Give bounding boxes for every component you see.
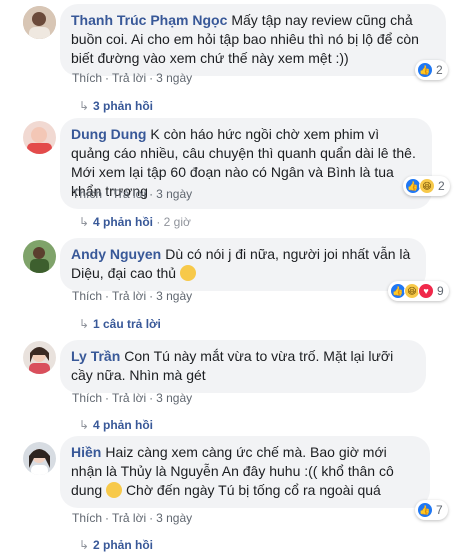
comment-actions: Thích · Trả lời · 3 ngày (72, 289, 193, 303)
view-replies[interactable]: ↳ 1 câu trả lời (79, 316, 161, 332)
comment-actions: Thích · Trả lời · 3 ngày (72, 511, 193, 525)
comment-author[interactable]: Hiền (71, 444, 101, 460)
comment-bubble: Andy Nguyen Dù có nói j đi nữa, người joi… (60, 238, 426, 291)
like-link[interactable]: Thích (72, 391, 102, 405)
reply-link[interactable]: Trả lời (112, 511, 146, 525)
reaction-count: 7 (436, 503, 443, 517)
comment-bubble: Hiền Haiz càng xem càng ức chế mà. Bao gi… (60, 436, 430, 508)
comment-time[interactable]: 3 ngày (156, 71, 192, 85)
replies-count[interactable]: 2 phản hồi (93, 538, 153, 552)
replies-time: 2 giờ (163, 215, 191, 229)
reaction-summary[interactable]: 👍 😆 2 (403, 176, 450, 196)
comment-author[interactable]: Dung Dung (71, 126, 146, 142)
like-link[interactable]: Thích (72, 71, 102, 85)
comment-actions: Thích · Trả lời · 3 ngày (72, 391, 193, 405)
reaction-count: 2 (436, 63, 443, 77)
replies-count[interactable]: 4 phản hồi (93, 215, 153, 229)
replies-count[interactable]: 1 câu trả lời (93, 317, 161, 331)
reply-link[interactable]: Trả lời (112, 289, 146, 303)
view-replies[interactable]: ↳ 4 phản hồi · 2 giờ (79, 214, 191, 230)
reaction-summary[interactable]: 👍 2 (415, 60, 448, 80)
reply-link[interactable]: Trả lời (112, 391, 146, 405)
reaction-count: 9 (437, 284, 444, 298)
reply-arrow-icon: ↳ (79, 418, 90, 432)
replies-count[interactable]: 3 phản hồi (93, 99, 153, 113)
reply-arrow-icon: ↳ (79, 538, 90, 552)
view-replies[interactable]: ↳ 3 phản hồi (79, 98, 153, 114)
love-icon: ♥ (418, 283, 434, 299)
like-icon: 👍 (417, 502, 433, 518)
comment-time[interactable]: 3 ngày (156, 391, 192, 405)
comment-author[interactable]: Thanh Trúc Phạm Ngọc (71, 12, 227, 28)
like-link[interactable]: Thích (72, 187, 102, 201)
haha-icon: 😆 (419, 178, 435, 194)
comment-time[interactable]: 3 ngày (156, 289, 192, 303)
comment-actions: Thích · Trả lời · 3 ngày (72, 187, 193, 201)
avatar[interactable] (23, 121, 56, 154)
reaction-summary[interactable]: 👍 7 (415, 500, 448, 520)
comment-bubble: Thanh Trúc Phạm Ngọc Mấy tập nay review c… (60, 4, 446, 76)
reply-arrow-icon: ↳ (79, 215, 90, 229)
sad-emoji-icon (106, 482, 123, 498)
like-link[interactable]: Thích (72, 289, 102, 303)
reply-link[interactable]: Trả lời (112, 187, 146, 201)
comment-actions: Thích · Trả lời · 3 ngày (72, 71, 193, 85)
avatar[interactable] (23, 442, 56, 475)
smirk-emoji-icon (179, 265, 196, 281)
comment-time[interactable]: 3 ngày (156, 187, 192, 201)
avatar[interactable] (23, 341, 56, 374)
comment-author[interactable]: Andy Nguyen (71, 246, 161, 262)
comment-bubble: Ly Trần Con Tú này mắt vừa to vừa trố. Mặ… (60, 340, 426, 393)
avatar[interactable] (23, 240, 56, 273)
reply-link[interactable]: Trả lời (112, 71, 146, 85)
reaction-summary[interactable]: 👍 😆 ♥ 9 (388, 281, 449, 301)
comment-text-after-emoji: Chờ đến ngày Tú bị tống cổ ra ngoài quá (125, 482, 381, 498)
reply-arrow-icon: ↳ (79, 317, 90, 331)
like-icon: 👍 (417, 62, 433, 78)
replies-count[interactable]: 4 phản hồi (93, 418, 153, 432)
comment-time[interactable]: 3 ngày (156, 511, 192, 525)
like-link[interactable]: Thích (72, 511, 102, 525)
reply-arrow-icon: ↳ (79, 99, 90, 113)
reaction-count: 2 (438, 179, 445, 193)
comment-author[interactable]: Ly Trần (71, 348, 120, 364)
view-replies[interactable]: ↳ 2 phản hồi (79, 537, 153, 553)
view-replies[interactable]: ↳ 4 phản hồi (79, 417, 153, 433)
avatar[interactable] (23, 6, 56, 39)
